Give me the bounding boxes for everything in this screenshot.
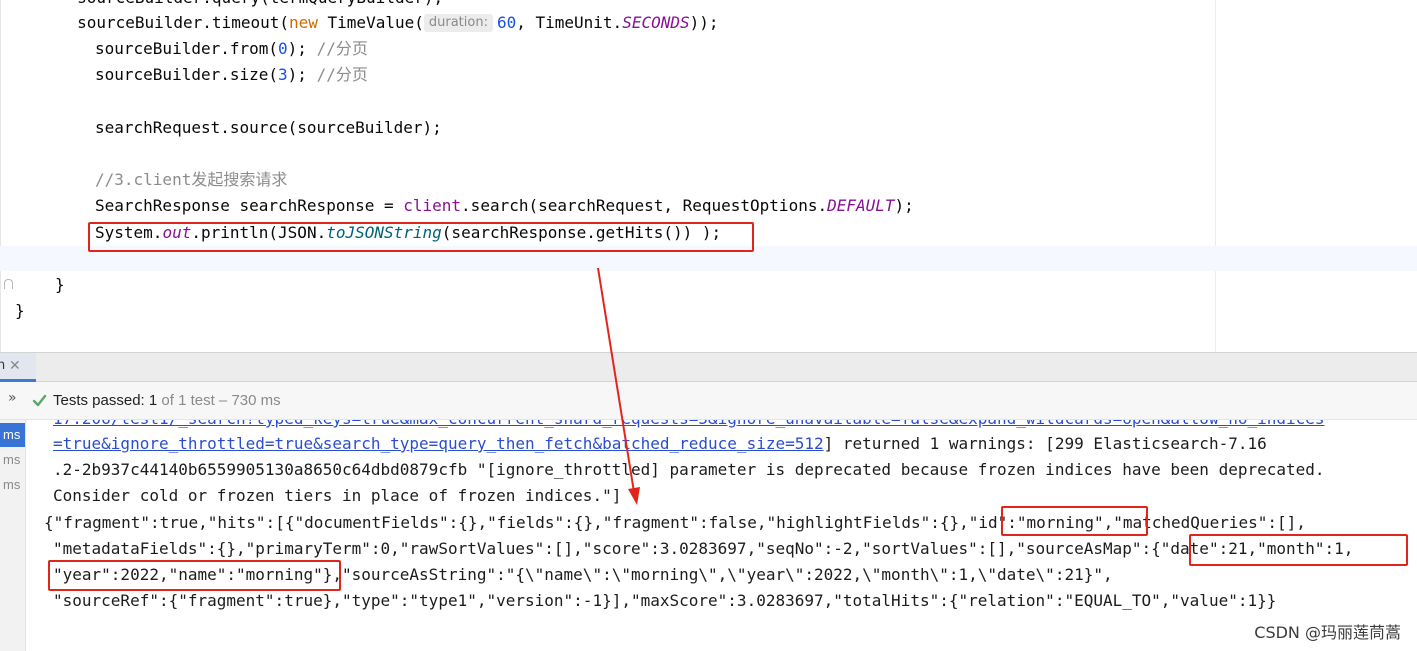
code-text: ); [894, 196, 914, 215]
static-field: SECONDS [622, 13, 690, 32]
code-text: , TimeUnit. [516, 13, 623, 32]
console-line: =true&ignore_throttled=true&search_type=… [53, 431, 1267, 457]
parameter-hint-duration: duration: [423, 14, 493, 32]
run-tab[interactable]: n ✕ [0, 353, 36, 382]
static-field: DEFAULT [827, 196, 895, 215]
run-tab-label: n [0, 358, 6, 373]
code-comment: //分页 [316, 39, 368, 58]
code-text: sourceBuilder.from( [95, 39, 279, 58]
number-literal: 60 [496, 13, 517, 32]
highlight-source-map-box [1189, 534, 1408, 566]
keyword-new: new [288, 13, 318, 32]
code-text: )); [689, 13, 719, 32]
code-text: ); [287, 39, 317, 58]
console-line: .2-2b937c44140b6559905130a8650c64dbd0879… [53, 460, 1325, 479]
code-text: ); [287, 65, 317, 84]
code-line-close-method[interactable]: } [55, 272, 65, 298]
code-editor[interactable]: sourceBuilder.query(termQueryBuilder); s… [0, 0, 1417, 352]
code-line-source[interactable]: searchRequest.source(sourceBuilder); [95, 115, 442, 141]
test-tree-durations: ms ms ms [0, 420, 26, 651]
test-status-count: 1 [148, 392, 158, 409]
console-line: Consider cold or frozen tiers in place o… [53, 486, 622, 505]
run-toolbar: » Tests passed: 1 of 1 test – 730 ms [0, 382, 1417, 420]
highlight-year-name-box [48, 560, 341, 591]
tool-window-tab-strip: n ✕ [0, 352, 1417, 382]
code-line-search[interactable]: SearchResponse searchResponse = client.s… [95, 193, 914, 219]
test-duration-item[interactable]: ms [0, 473, 25, 497]
code-line-from[interactable]: sourceBuilder.from(0); //分页 [95, 36, 368, 62]
number-literal: 0 [278, 39, 288, 58]
test-status: Tests passed: 1 of 1 test – 730 ms [53, 392, 281, 409]
close-icon[interactable]: ✕ [9, 358, 21, 374]
test-status-label: Tests passed: [53, 392, 149, 409]
code-line-close-class[interactable]: } [15, 298, 25, 324]
console-link[interactable]: =true&ignore_throttled=true&search_type=… [53, 434, 824, 453]
field-client: client [403, 196, 462, 215]
code-text: .search(searchRequest, RequestOptions. [461, 196, 828, 215]
test-duration-item[interactable]: ms [0, 448, 25, 472]
code-comment: //分页 [316, 65, 368, 84]
chevron-double-right-icon[interactable]: » [8, 390, 17, 406]
highlight-println-box [88, 222, 754, 252]
code-text: sourceBuilder.size( [95, 65, 279, 84]
code-line-size[interactable]: sourceBuilder.size(3); //分页 [95, 62, 368, 88]
watermark: CSDN @玛丽莲茼蒿 [1254, 623, 1401, 642]
console-line: "metadataFields":{},"primaryTerm":0,"raw… [53, 539, 1354, 558]
highlight-id-box [1001, 506, 1148, 536]
console-line: "sourceRef":{"fragment":true},"type":"ty… [53, 591, 1277, 610]
code-text: SearchResponse searchResponse = [95, 196, 404, 215]
fold-marker-icon[interactable] [4, 279, 13, 289]
gutter-divider [0, 0, 1, 352]
test-status-detail: of 1 test – 730 ms [157, 392, 281, 409]
console-link[interactable]: 17.206/test1/_search?typed_keys=true&max… [53, 420, 1325, 428]
code-text: sourceBuilder.timeout( [0, 13, 289, 32]
check-icon [32, 394, 47, 407]
code-line-timeout[interactable]: sourceBuilder.timeout(new TimeValue(dura… [0, 10, 719, 36]
right-margin-guide [1215, 0, 1216, 352]
console-text: ] returned 1 warnings: [299 Elasticsearc… [823, 434, 1267, 453]
code-text: TimeValue( [327, 13, 424, 32]
number-literal: 3 [278, 65, 288, 84]
test-duration-item[interactable]: ms [0, 423, 25, 447]
code-line-comment[interactable]: //3.client发起搜索请求 [95, 167, 287, 193]
